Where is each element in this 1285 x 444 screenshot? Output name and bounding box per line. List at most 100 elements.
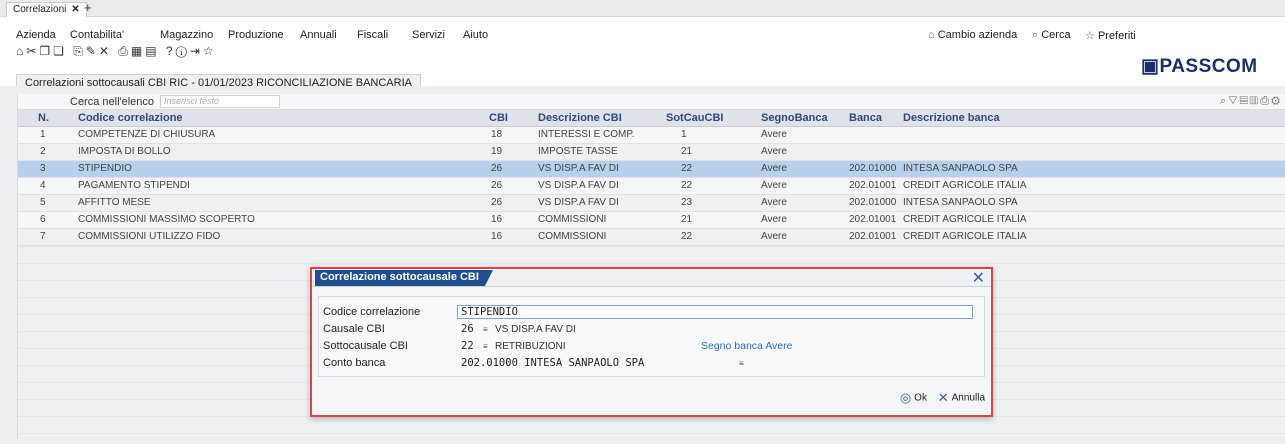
print-icon[interactable]: ⎙ — [1260, 95, 1271, 107]
menu-bar: Azienda Contabilita' Magazzino Produzion… — [0, 17, 1285, 91]
causale-cbi-label: Causale CBI — [323, 323, 385, 335]
new-tab-button[interactable]: + — [84, 1, 92, 15]
cell-banca: 202.01000 — [849, 163, 897, 174]
cell-codice: COMPETENZE DI CHIUSURA — [78, 129, 216, 140]
tab-correlazioni[interactable]: Correlazioni ✕ — [6, 2, 87, 17]
col-header-codice[interactable]: Codice correlazione — [78, 112, 183, 124]
codice-correlazione-input[interactable]: STIPENDIO — [457, 305, 973, 319]
settings-icon[interactable]: ⚙ — [1271, 95, 1282, 107]
cell-segno: Avere — [761, 231, 787, 242]
cerca-label: Cerca — [1041, 29, 1071, 41]
cell-desc-cbi: COMMISSIONI — [538, 231, 607, 242]
col-header-desc-cbi[interactable]: Descrizione CBI — [538, 112, 622, 124]
cut-icon[interactable]: ✂ — [26, 44, 39, 58]
lookup-icon[interactable]: ≡ — [483, 325, 488, 334]
menu-aiuto[interactable]: Aiuto — [463, 29, 488, 41]
cell-desc-cbi: COMMISSIONI — [538, 214, 607, 225]
help-icon[interactable]: ? — [166, 44, 176, 58]
col-header-sotcau[interactable]: SotCauCBI — [666, 112, 723, 124]
sottocausale-cbi-input[interactable]: 22 — [461, 340, 474, 352]
cell-cbi: 18 — [491, 129, 503, 140]
info-icon[interactable]: ⓘ — [176, 44, 190, 58]
favorite-icon[interactable]: ☆ — [203, 44, 217, 58]
preferiti-link[interactable]: ☆ Preferiti — [1085, 29, 1136, 42]
columns-icon[interactable]: ▥ — [1250, 95, 1260, 107]
menu-fiscali[interactable]: Fiscali — [357, 29, 388, 41]
table-row[interactable]: 2 IMPOSTA DI BOLLO 19 IMPOSTE TASSE 21 A… — [18, 144, 1285, 161]
cell-n: 1 — [40, 129, 46, 140]
cancel-icon: ✕ — [937, 390, 949, 405]
copy-icon[interactable]: ❐ — [39, 44, 53, 58]
cambio-azienda-link[interactable]: ⌂ Cambio azienda — [928, 29, 1017, 41]
close-icon[interactable]: ✕ — [71, 4, 79, 15]
table-row[interactable]: 5 AFFITTO MESE 26 VS DISP.A FAV DI 23 Av… — [18, 195, 1285, 212]
cell-segno: Avere — [761, 180, 787, 191]
search-input[interactable]: Inserisci testo — [160, 95, 280, 108]
filter-icon[interactable]: ▽ — [1228, 95, 1239, 107]
cell-desc-banca: CREDIT AGRICOLE ITALIA — [903, 214, 1027, 225]
col-header-banca[interactable]: Banca — [849, 112, 882, 124]
dialog-form: Codice correlazione STIPENDIO Causale CB… — [318, 296, 985, 377]
cell-cbi: 26 — [491, 180, 503, 191]
delete-icon[interactable]: ✕ — [99, 44, 112, 58]
lookup-icon[interactable]: ≡ — [739, 359, 744, 368]
menu-produzione[interactable]: Produzione — [228, 29, 284, 41]
annulla-button[interactable]: ✕ Annulla — [938, 390, 985, 406]
cell-codice: IMPOSTA DI BOLLO — [78, 146, 171, 157]
table-row-selected[interactable]: 3 STIPENDIO 26 VS DISP.A FAV DI 22 Avere… — [18, 161, 1285, 178]
menu-annuali[interactable]: Annuali — [300, 29, 337, 41]
print-icon[interactable]: ⎙ — [118, 44, 131, 58]
causale-cbi-desc: VS DISP.A FAV DI — [495, 324, 576, 335]
export-icon[interactable]: ▤ — [1240, 95, 1250, 107]
cell-desc-cbi: VS DISP.A FAV DI — [538, 197, 619, 208]
ok-button[interactable]: ◎ Ok — [900, 390, 927, 406]
cambio-azienda-label: Cambio azienda — [937, 29, 1018, 41]
menu-magazzino[interactable]: Magazzino — [160, 29, 213, 41]
calculator-icon[interactable]: ▤ — [145, 44, 159, 58]
preferiti-label: Preferiti — [1097, 30, 1136, 42]
link-icon[interactable]: ⎘ — [73, 44, 86, 58]
dialog-footer: ◎ Ok ✕ Annulla — [892, 390, 985, 406]
cell-sotcau: 23 — [681, 197, 693, 208]
close-icon[interactable]: ✕ — [972, 268, 985, 288]
sottocausale-cbi-desc: RETRIBUZIONI — [495, 341, 566, 352]
table-row[interactable]: 4 PAGAMENTO STIPENDI 26 VS DISP.A FAV DI… — [18, 178, 1285, 195]
col-header-segno[interactable]: SegnoBanca — [761, 112, 828, 124]
cell-desc-cbi: IMPOSTE TASSE — [538, 146, 618, 157]
conto-banca-input[interactable]: 202.01000 INTESA SANPAOLO SPA — [461, 357, 644, 369]
correlazione-dialog: Correlazione sottocausale CBI ✕ Codice c… — [310, 267, 993, 417]
cell-banca: 202.01000 — [849, 197, 897, 208]
col-header-n[interactable]: N. — [38, 112, 49, 124]
grid-tools: ⌕▽▤▥⎙⚙ — [1220, 95, 1282, 108]
cell-cbi: 16 — [491, 231, 503, 242]
table-row[interactable]: 1 COMPETENZE DI CHIUSURA 18 INTERESSI E … — [18, 127, 1285, 144]
table-row[interactable]: 7 COMMISSIONI UTILIZZO FIDO 16 COMMISSIO… — [18, 229, 1285, 246]
cell-desc-cbi: VS DISP.A FAV DI — [538, 163, 619, 174]
col-header-desc-banca[interactable]: Descrizione banca — [903, 112, 1000, 124]
paste-icon[interactable]: ❏ — [53, 44, 67, 58]
menu-azienda[interactable]: Azienda — [16, 29, 56, 41]
menu-servizi[interactable]: Servizi — [412, 29, 445, 41]
col-header-cbi[interactable]: CBI — [489, 112, 508, 124]
causale-cbi-input[interactable]: 26 — [461, 323, 474, 335]
calendar-icon[interactable]: ▦ — [131, 44, 145, 58]
cerca-link[interactable]: ⌕ Cerca — [1032, 29, 1071, 42]
dialog-title: Correlazione sottocausale CBI — [315, 270, 493, 286]
edit-icon[interactable]: ✎ — [86, 44, 99, 58]
cell-cbi: 19 — [491, 146, 503, 157]
cell-desc-banca: CREDIT AGRICOLE ITALIA — [903, 231, 1027, 242]
home-icon[interactable]: ⌂ — [16, 44, 26, 58]
table-row[interactable]: 6 COMMISSIONI MASSIMO SCOPERTO 16 COMMIS… — [18, 212, 1285, 229]
grid-header-row: N. Codice correlazione CBI Descrizione C… — [18, 110, 1285, 127]
codice-correlazione-label: Codice correlazione — [323, 306, 421, 318]
cell-desc-banca: INTESA SANPAOLO SPA — [903, 197, 1018, 208]
exit-icon[interactable]: ⇥ — [190, 44, 203, 58]
lookup-icon[interactable]: ≡ — [483, 342, 488, 351]
menu-contabilita[interactable]: Contabilita' — [70, 29, 124, 41]
logo-mark-icon: ▣ — [1141, 56, 1160, 77]
cell-sotcau: 21 — [681, 146, 693, 157]
grid-search-row: Cerca nell'elenco Inserisci testo ⌕▽▤▥⎙⚙ — [18, 94, 1285, 110]
tab-label: Correlazioni — [13, 4, 67, 15]
logo-text: PASSCOM — [1159, 56, 1258, 77]
cell-sotcau: 1 — [681, 129, 687, 140]
